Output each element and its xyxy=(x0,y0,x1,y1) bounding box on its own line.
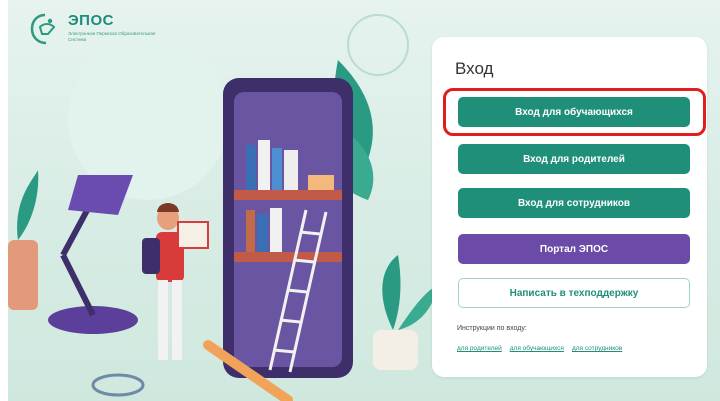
staff-login-button[interactable]: Вход для сотрудников xyxy=(458,188,690,218)
shelf xyxy=(234,190,342,200)
lamp-arm xyxy=(60,253,96,317)
ladder-rung xyxy=(273,348,295,354)
instruction-link-staff[interactable]: для сотрудников xyxy=(572,345,622,352)
book xyxy=(272,148,282,190)
book xyxy=(258,140,270,190)
ladder-rung xyxy=(293,258,315,264)
book xyxy=(257,214,268,252)
student-leg xyxy=(158,280,168,360)
brand-subtitle: Электронная Пермская Образовательная Сис… xyxy=(68,31,156,42)
book xyxy=(246,145,256,190)
ladder-rung xyxy=(299,230,321,236)
login-title: Вход xyxy=(455,59,494,78)
student-backpack xyxy=(142,238,160,274)
book xyxy=(308,175,334,190)
book xyxy=(284,150,298,190)
instruction-link-students[interactable]: для обучающихся xyxy=(510,345,564,352)
portal-button[interactable]: Портал ЭПОС xyxy=(458,234,690,264)
left-margin xyxy=(0,0,8,401)
support-button[interactable]: Написать в техподдержку xyxy=(458,278,690,308)
hero-illustration xyxy=(8,14,438,401)
student-hair xyxy=(157,203,179,212)
plant-leaf xyxy=(382,255,401,330)
instruction-link-parents[interactable]: для родителей xyxy=(457,345,502,352)
ladder-rung xyxy=(279,318,301,324)
left-pot xyxy=(8,240,38,310)
instructions-label: Инструкции по входу: xyxy=(457,325,527,332)
book xyxy=(270,208,282,252)
student-login-button[interactable]: Вход для обучающихся xyxy=(458,97,690,127)
decor-circle xyxy=(347,14,409,76)
student-book xyxy=(177,221,209,249)
instructions-links: для родителей для обучающихся для сотруд… xyxy=(457,345,707,352)
shelf xyxy=(234,252,342,262)
ladder-rung xyxy=(286,288,308,294)
glasses xyxy=(91,373,145,397)
brand-name: ЭПОС xyxy=(68,12,114,29)
lamp-shade xyxy=(68,175,133,215)
plant-pot xyxy=(373,330,418,370)
left-plant-leaf xyxy=(17,170,39,240)
epos-logo-icon xyxy=(30,13,56,45)
book xyxy=(246,210,255,252)
student-leg xyxy=(172,280,182,360)
parent-login-button[interactable]: Вход для родителей xyxy=(458,144,690,174)
brand-logo: ЭПОС Электронная Пермская Образовательна… xyxy=(28,12,168,52)
